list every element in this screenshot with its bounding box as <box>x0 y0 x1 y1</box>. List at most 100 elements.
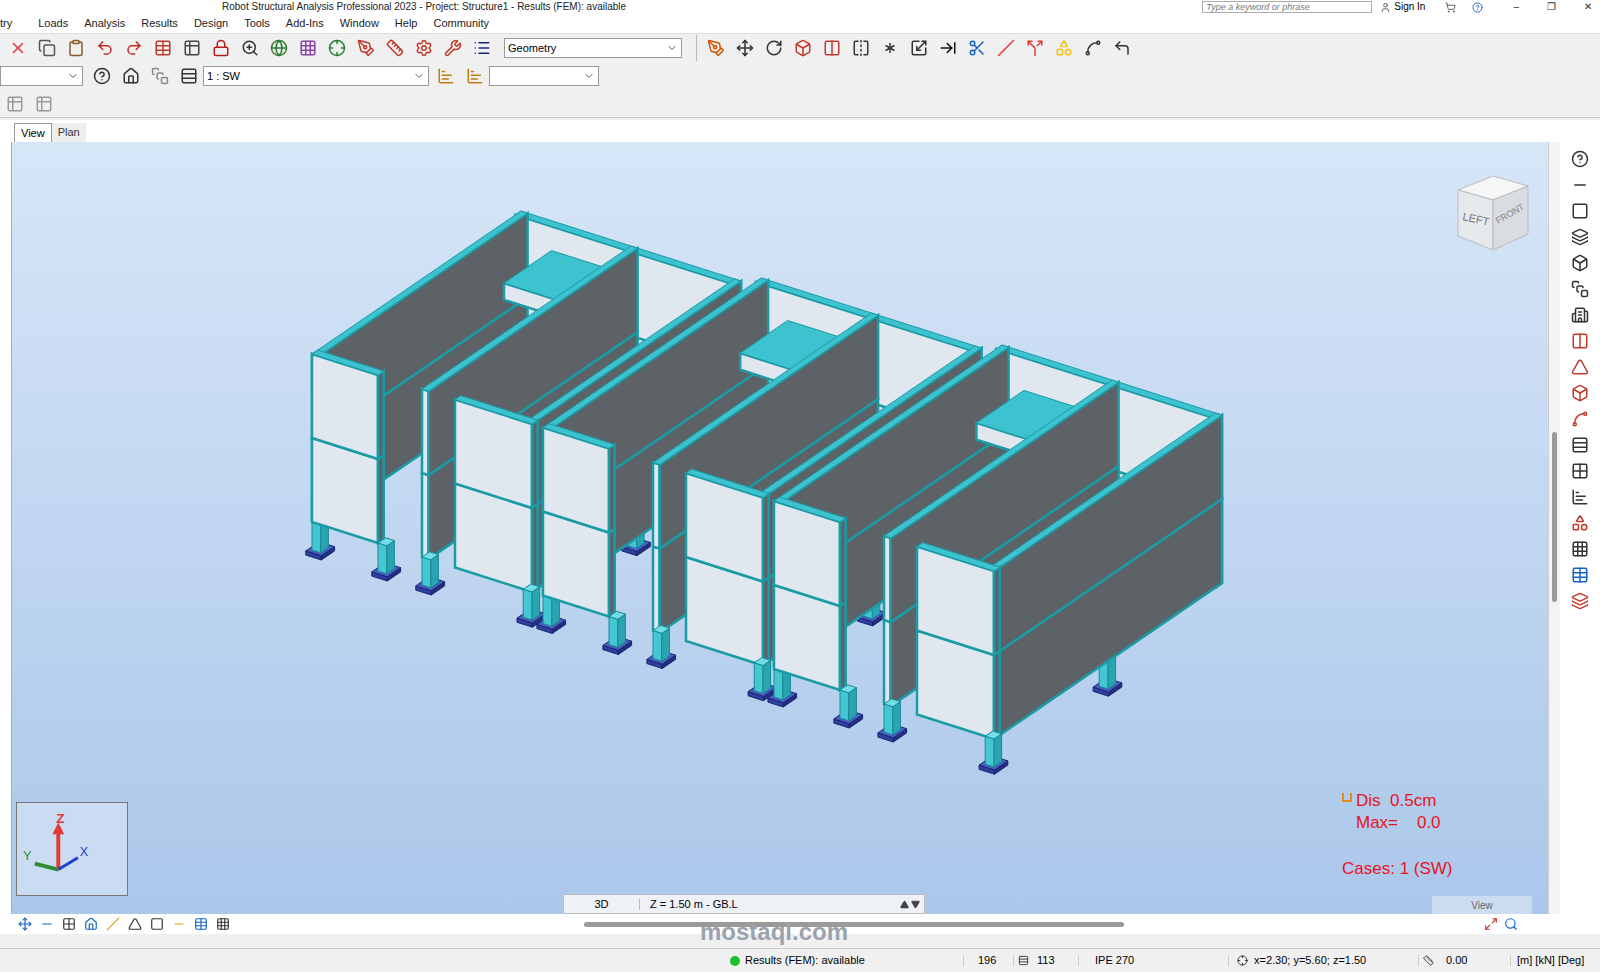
view-cube[interactable]: LEFTFRONT <box>1448 168 1538 258</box>
tool-button[interactable] <box>438 35 467 61</box>
selection-select[interactable] <box>0 66 83 86</box>
tool-button[interactable] <box>58 917 80 931</box>
tool-button[interactable] <box>145 63 174 89</box>
tool-button[interactable] <box>1078 35 1107 61</box>
tool-button[interactable] <box>904 35 933 61</box>
tool-button[interactable] <box>409 35 438 61</box>
menu-item[interactable]: Analysis <box>76 18 133 29</box>
menu-item[interactable]: Window <box>332 18 387 29</box>
view-tab[interactable]: View <box>14 123 52 142</box>
tool-button[interactable] <box>1566 562 1595 588</box>
tool-button[interactable] <box>467 35 496 61</box>
horizontal-scrollbar[interactable] <box>264 920 1464 928</box>
tool-button[interactable] <box>322 35 351 61</box>
tool-button[interactable] <box>148 35 177 61</box>
search-box[interactable]: Type a keyword or phrase <box>1202 1 1372 13</box>
up-icon[interactable] <box>900 900 909 909</box>
tool-button[interactable] <box>1566 458 1595 484</box>
layout-select[interactable]: Geometry <box>504 38 682 58</box>
tool-button[interactable] <box>817 35 846 61</box>
tool-button[interactable] <box>351 35 380 61</box>
tool-button[interactable] <box>1566 484 1595 510</box>
tool-button[interactable] <box>146 917 168 931</box>
window-control[interactable]: – <box>1513 2 1519 12</box>
window-control[interactable]: ✕ <box>1584 2 1592 12</box>
tool-button[interactable] <box>168 917 190 931</box>
tool-button[interactable] <box>36 917 58 931</box>
tool-button[interactable] <box>212 917 234 931</box>
menu-item[interactable]: try <box>0 18 30 29</box>
tool-button[interactable] <box>87 63 116 89</box>
view-tab[interactable]: Plan <box>52 123 86 142</box>
tool-button[interactable] <box>933 35 962 61</box>
tool-button[interactable] <box>1566 276 1595 302</box>
tool-button[interactable] <box>1566 536 1595 562</box>
down-icon[interactable] <box>911 900 920 909</box>
tool-button[interactable] <box>460 63 489 89</box>
tool-button[interactable] <box>1566 302 1595 328</box>
window-control[interactable]: ❐ <box>1547 2 1556 12</box>
mode-select[interactable] <box>489 66 599 86</box>
zoom-icon[interactable] <box>1504 917 1518 931</box>
tool-button[interactable] <box>788 35 817 61</box>
tool-button[interactable] <box>206 35 235 61</box>
tool-button[interactable] <box>1566 510 1595 536</box>
vertical-scrollbar[interactable] <box>1548 142 1560 914</box>
tool-button[interactable] <box>293 35 322 61</box>
tool-button[interactable] <box>116 63 145 89</box>
tool-button[interactable] <box>14 917 36 931</box>
tool-button[interactable] <box>235 35 264 61</box>
tool-button[interactable] <box>80 917 102 931</box>
sign-in[interactable]: Sign In <box>1394 2 1425 12</box>
tool-button[interactable] <box>759 35 788 61</box>
tool-button[interactable] <box>1566 588 1595 614</box>
viewport[interactable]: LEFTFRONTZYXDis 0.5cmMax= 0.0Cases: 1 (S… <box>12 142 1548 914</box>
tool-button[interactable] <box>124 917 146 931</box>
tool-button[interactable] <box>1566 380 1595 406</box>
tool-button[interactable] <box>177 35 206 61</box>
tool-button[interactable] <box>1566 250 1595 276</box>
menu-item[interactable]: Community <box>425 18 497 29</box>
tool-button[interactable] <box>102 917 124 931</box>
tool-button[interactable] <box>380 35 409 61</box>
tool-button[interactable] <box>962 35 991 61</box>
tool-button[interactable] <box>1566 328 1595 354</box>
tool-button[interactable] <box>90 35 119 61</box>
tool-button[interactable] <box>29 91 58 117</box>
tool-button[interactable] <box>1049 35 1078 61</box>
tool-button[interactable] <box>875 35 904 61</box>
tool-button[interactable] <box>701 35 730 61</box>
menu-item[interactable]: Add-Ins <box>278 18 332 29</box>
menu-item[interactable]: Results <box>133 18 186 29</box>
tool-button[interactable] <box>264 35 293 61</box>
view-mode[interactable]: 3D <box>564 899 640 910</box>
tool-button[interactable] <box>991 35 1020 61</box>
menu-item[interactable]: Help <box>387 18 426 29</box>
structure-model[interactable] <box>12 142 1548 914</box>
tool-button[interactable] <box>32 35 61 61</box>
tool-button[interactable] <box>431 63 460 89</box>
menu-item[interactable]: Design <box>186 18 236 29</box>
view-level[interactable]: Z = 1.50 m - GB.L <box>650 899 738 910</box>
tool-button[interactable] <box>0 91 29 117</box>
tool-button[interactable] <box>846 35 875 61</box>
tool-button[interactable] <box>1566 146 1595 172</box>
tool-button[interactable] <box>61 35 90 61</box>
tool-button[interactable] <box>1566 432 1595 458</box>
tool-button[interactable] <box>3 35 32 61</box>
case-select[interactable]: 1 : SW <box>203 66 429 86</box>
tool-button[interactable] <box>119 35 148 61</box>
tool-button[interactable] <box>1566 224 1595 250</box>
tool-button[interactable] <box>190 917 212 931</box>
window-icon[interactable] <box>1484 917 1498 931</box>
tool-button[interactable] <box>730 35 759 61</box>
tool-button[interactable] <box>1107 35 1136 61</box>
tool-button[interactable] <box>1566 172 1595 198</box>
tool-button[interactable] <box>1566 406 1595 432</box>
menu-item[interactable]: Loads <box>30 18 76 29</box>
menu-item[interactable]: Tools <box>236 18 278 29</box>
tool-button[interactable] <box>1020 35 1049 61</box>
tool-button[interactable] <box>1566 354 1595 380</box>
tool-button[interactable] <box>1566 198 1595 224</box>
tool-button[interactable] <box>174 63 203 89</box>
